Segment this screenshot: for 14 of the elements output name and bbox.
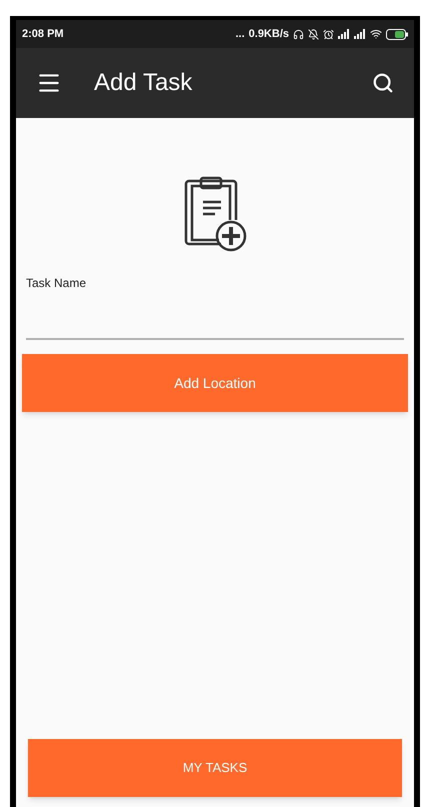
my-tasks-button[interactable]: MY TASKS [28, 739, 402, 797]
status-time: 2:08 PM [22, 26, 64, 42]
signal-icon [338, 29, 350, 39]
bell-off-icon [308, 28, 319, 40]
status-dots: ... [235, 26, 245, 42]
battery-icon [386, 28, 408, 40]
network-speed: 0.9KB/s [248, 26, 289, 42]
headphones-icon [293, 28, 304, 40]
app-title: Add Task [94, 68, 194, 98]
search-button[interactable] [372, 72, 394, 94]
alarm-icon [323, 28, 334, 40]
signal-icon [354, 29, 366, 39]
task-name-label: Task Name [26, 275, 88, 292]
add-location-button[interactable]: Add Location [22, 354, 408, 412]
